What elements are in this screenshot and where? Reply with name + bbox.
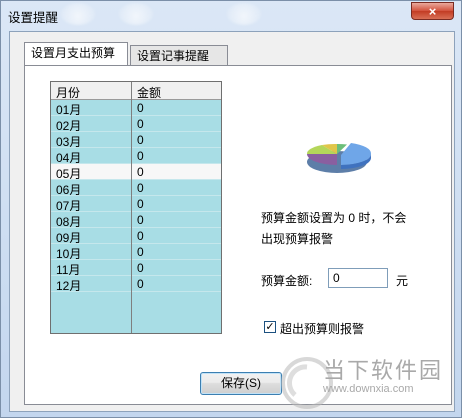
title-bar[interactable]: 设置提醒 × xyxy=(1,1,461,31)
close-icon: × xyxy=(428,4,437,19)
budget-amount-label: 预算金额: xyxy=(261,274,313,288)
amount-cell[interactable]: 0 xyxy=(137,197,144,211)
currency-unit-label: 元 xyxy=(396,274,409,288)
hint-line-1: 预算金额设置为 0 时，不会 xyxy=(261,211,407,225)
window-title: 设置提醒 xyxy=(8,11,59,25)
tab-label: 设置月支出预算 xyxy=(31,46,116,60)
hint-line-2: 出现预算报警 xyxy=(261,232,334,246)
tab-memo-reminder[interactable]: 设置记事提醒 xyxy=(130,45,228,65)
budget-amount-input[interactable] xyxy=(328,268,388,288)
amount-cell[interactable]: 0 xyxy=(137,229,144,243)
amount-cell[interactable]: 0 xyxy=(137,213,144,227)
table-row[interactable]: 11月 0 xyxy=(51,260,221,277)
amount-cell[interactable]: 0 xyxy=(137,245,144,259)
amount-cell[interactable]: 0 xyxy=(137,149,144,163)
alarm-checkbox-label[interactable]: 超出预算则报警 xyxy=(280,320,364,337)
table-row[interactable]: 10月 0 xyxy=(51,244,221,261)
table-row[interactable]: 04月 0 xyxy=(51,148,221,165)
titlebar-glow-decoration xyxy=(227,3,261,25)
table-row[interactable]: 03月 0 xyxy=(51,132,221,149)
budget-grid[interactable]: 月份 金额 01月 0 02月 0 03月 0 04月 0 05月 0 06月 0 07月 0 08月 0 09… xyxy=(50,81,222,334)
table-row[interactable]: 07月 0 xyxy=(51,196,221,213)
tab-monthly-budget[interactable]: 设置月支出预算 xyxy=(24,42,128,65)
row-gridline xyxy=(51,291,221,292)
table-row[interactable]: 08月 0 xyxy=(51,212,221,229)
close-button[interactable]: × xyxy=(411,2,454,20)
column-header-month[interactable]: 月份 xyxy=(56,84,80,101)
table-row[interactable]: 09月 0 xyxy=(51,228,221,245)
save-button-label: 保存(S) xyxy=(221,376,261,390)
pie-chart-icon xyxy=(306,143,372,173)
table-row[interactable]: 12月 0 xyxy=(51,276,221,293)
table-row[interactable]: 05月 0 xyxy=(51,164,221,181)
amount-cell[interactable]: 0 xyxy=(137,261,144,275)
titlebar-glow-decoration xyxy=(119,3,153,25)
grid-header: 月份 金额 xyxy=(51,82,221,100)
alarm-checkbox[interactable]: ✓ xyxy=(264,321,276,333)
column-divider xyxy=(131,82,132,333)
column-header-amount[interactable]: 金额 xyxy=(137,84,161,101)
amount-cell[interactable]: 0 xyxy=(137,181,144,195)
amount-cell[interactable]: 0 xyxy=(137,101,144,115)
dialog-window: 设置提醒 × 设置月支出预算 设置记事提醒 月份 金额 01月 0 02月 0 03月 0… xyxy=(0,0,462,418)
table-row[interactable]: 06月 0 xyxy=(51,180,221,197)
budget-hint-text: 预算金额设置为 0 时，不会 出现预算报警 xyxy=(261,208,406,250)
watermark-text: 当下软件园 xyxy=(323,358,444,383)
table-row[interactable]: 02月 0 xyxy=(51,116,221,133)
watermark-url: www.downxia.com xyxy=(323,383,414,395)
table-row[interactable]: 01月 0 xyxy=(51,100,221,117)
amount-cell[interactable]: 0 xyxy=(137,165,144,179)
save-button[interactable]: 保存(S) xyxy=(200,372,282,395)
amount-cell[interactable]: 0 xyxy=(137,133,144,147)
titlebar-glow-decoration xyxy=(61,3,95,25)
checkmark-icon: ✓ xyxy=(265,321,275,333)
tab-label: 设置记事提醒 xyxy=(137,49,210,63)
amount-cell[interactable]: 0 xyxy=(137,117,144,131)
amount-cell[interactable]: 0 xyxy=(137,277,144,291)
